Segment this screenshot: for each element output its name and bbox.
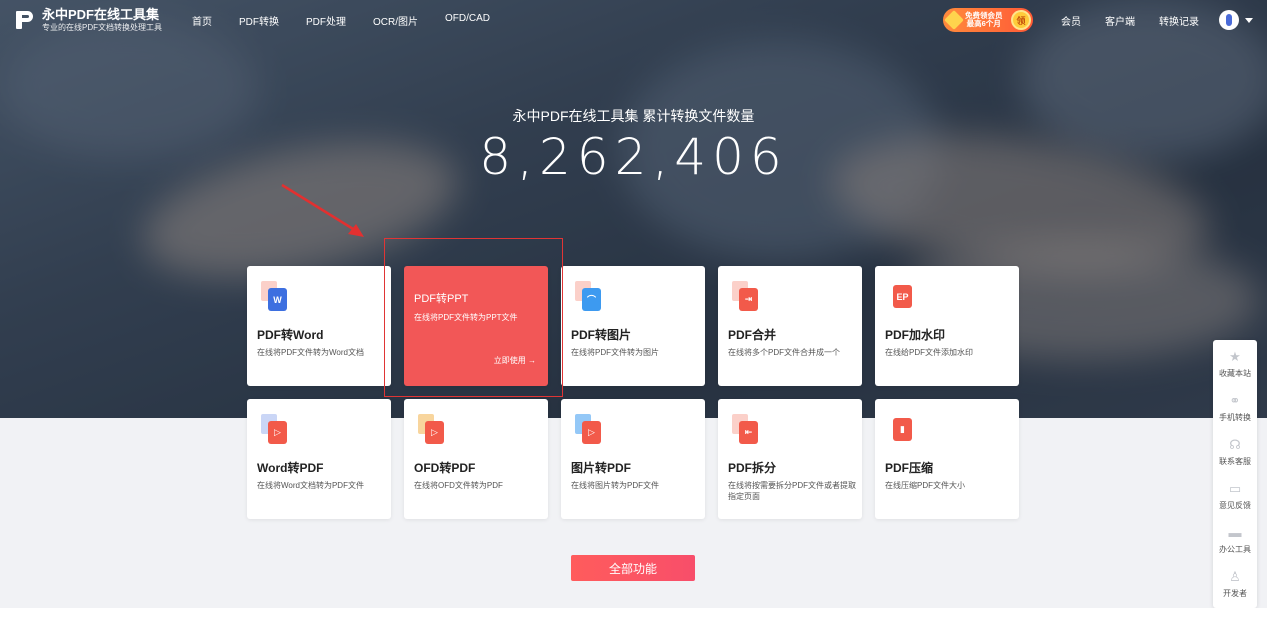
sidebar-bookmark[interactable]: ★ 收藏本站: [1213, 342, 1257, 386]
compress-file-icon: ▮: [889, 414, 917, 446]
tool-title: PDF转Word: [257, 328, 324, 342]
brand-logo[interactable]: 永中PDF在线工具集 专业的在线PDF文档转换处理工具: [14, 6, 162, 33]
tool-desc: 在线将Word文档转为PDF文件: [257, 481, 364, 490]
merge-file-icon: ⇥: [732, 281, 760, 313]
tool-title: OFD转PDF: [414, 461, 476, 475]
tool-desc: 在线将多个PDF文件合并成一个: [728, 348, 840, 357]
tool-card-word-to-pdf[interactable]: ▷ Word转PDF 在线将Word文档转为PDF文件: [247, 399, 391, 519]
tool-title: PDF压缩: [885, 461, 934, 475]
split-file-icon: ⇤: [732, 414, 760, 446]
highlight-box-annotation: [384, 238, 563, 397]
headset-icon: ☊: [1229, 437, 1241, 452]
top-navigation: 永中PDF在线工具集 专业的在线PDF文档转换处理工具 首页 PDF转换 PDF…: [0, 0, 1267, 40]
nav-membership[interactable]: 会员: [1061, 13, 1081, 28]
promo-line2: 最高6个月: [966, 19, 1001, 28]
tool-desc: 在线给PDF文件添加水印: [885, 348, 973, 357]
tool-card-ofd-to-pdf[interactable]: ▷ OFD转PDF 在线将OFD文件转为PDF: [404, 399, 548, 519]
promo-coin-icon: 领: [1011, 10, 1031, 30]
person-icon: ♙: [1229, 569, 1241, 584]
counter-value: 8,262,406: [479, 128, 788, 186]
nav-pdf-convert[interactable]: PDF转换: [239, 13, 279, 28]
image-to-pdf-icon: ▷: [575, 414, 603, 446]
tool-desc: 在线将PDF文件转为Word文档: [257, 348, 364, 357]
counter-title: 永中PDF在线工具集 累计转换文件数量: [512, 108, 755, 124]
nav-pdf-process[interactable]: PDF处理: [306, 13, 346, 28]
tool-title: PDF合并: [728, 328, 777, 342]
tool-card-pdf-split[interactable]: ⇤ PDF拆分 在线将按需要拆分PDF文件或者提取指定页面: [718, 399, 862, 519]
tool-title: PDF拆分: [728, 461, 777, 475]
page-footer-strip: [0, 608, 1267, 624]
user-avatar[interactable]: [1219, 10, 1239, 30]
right-floating-toolbar: ★ 收藏本站 ⚭ 手机转换 ☊ 联系客服 ▭ 意见反馈 ▬ 办公工具 ♙ 开发者: [1213, 340, 1257, 608]
tool-title: Word转PDF: [257, 461, 324, 475]
tool-card-pdf-compress[interactable]: ▮ PDF压缩 在线压缩PDF文件大小: [875, 399, 1019, 519]
tool-desc: 在线压缩PDF文件大小: [885, 481, 965, 490]
chevron-down-icon[interactable]: [1245, 17, 1253, 23]
tool-card-pdf-to-image[interactable]: ⌒ PDF转图片 在线将PDF文件转为图片: [561, 266, 705, 386]
watermark-file-icon: EP: [889, 281, 917, 313]
all-features-button[interactable]: 全部功能: [571, 555, 695, 581]
word-file-icon: W: [261, 281, 289, 313]
tool-card-pdf-watermark[interactable]: EP PDF加水印 在线给PDF文件添加水印: [875, 266, 1019, 386]
tool-desc: 在线将PDF文件转为图片: [571, 348, 659, 357]
nav-home[interactable]: 首页: [192, 13, 212, 28]
tool-title: 图片转PDF: [571, 461, 632, 475]
sidebar-mobile-convert[interactable]: ⚭ 手机转换: [1213, 386, 1257, 430]
free-vip-promo-button[interactable]: 免费领会员 最高6个月 领: [943, 8, 1033, 32]
tool-card-pdf-to-word[interactable]: W PDF转Word 在线将PDF文件转为Word文档: [247, 266, 391, 386]
tool-desc: 在线将OFD文件转为PDF: [414, 481, 503, 490]
brand-tagline: 专业的在线PDF文档转换处理工具: [42, 22, 162, 32]
link-icon: ⚭: [1229, 393, 1241, 408]
monitor-icon: ▬: [1228, 525, 1242, 540]
image-file-icon: ⌒: [575, 281, 603, 313]
tool-card-image-to-pdf[interactable]: ▷ 图片转PDF 在线将图片转为PDF文件: [561, 399, 705, 519]
nav-ofd-cad[interactable]: OFD/CAD: [445, 13, 490, 28]
sidebar-office-tools[interactable]: ▬ 办公工具: [1213, 518, 1257, 562]
nav-conversion-history[interactable]: 转换记录: [1159, 13, 1199, 28]
tool-card-pdf-merge[interactable]: ⇥ PDF合并 在线将多个PDF文件合并成一个: [718, 266, 862, 386]
message-icon: ▭: [1228, 481, 1242, 496]
star-icon: ★: [1229, 349, 1241, 364]
diamond-icon: [944, 10, 964, 30]
tool-desc: 在线将图片转为PDF文件: [571, 481, 659, 490]
tool-title: PDF转图片: [571, 328, 632, 342]
sidebar-developer[interactable]: ♙ 开发者: [1213, 562, 1257, 606]
nav-ocr-image[interactable]: OCR/图片: [373, 13, 418, 28]
word-to-pdf-icon: ▷: [261, 414, 289, 446]
sidebar-customer-service[interactable]: ☊ 联系客服: [1213, 430, 1257, 474]
nav-client[interactable]: 客户端: [1105, 13, 1135, 28]
brand-name: 永中PDF在线工具集: [42, 6, 160, 22]
red-arrow-annotation: [281, 183, 364, 237]
logo-icon: [14, 9, 34, 31]
ofd-to-pdf-icon: ▷: [418, 414, 446, 446]
sidebar-feedback[interactable]: ▭ 意见反馈: [1213, 474, 1257, 518]
tool-desc: 在线将按需要拆分PDF文件或者提取指定页面: [728, 481, 856, 501]
main-nav: 首页 PDF转换 PDF处理 OCR/图片 OFD/CAD: [192, 13, 517, 28]
tool-title: PDF加水印: [885, 328, 946, 342]
